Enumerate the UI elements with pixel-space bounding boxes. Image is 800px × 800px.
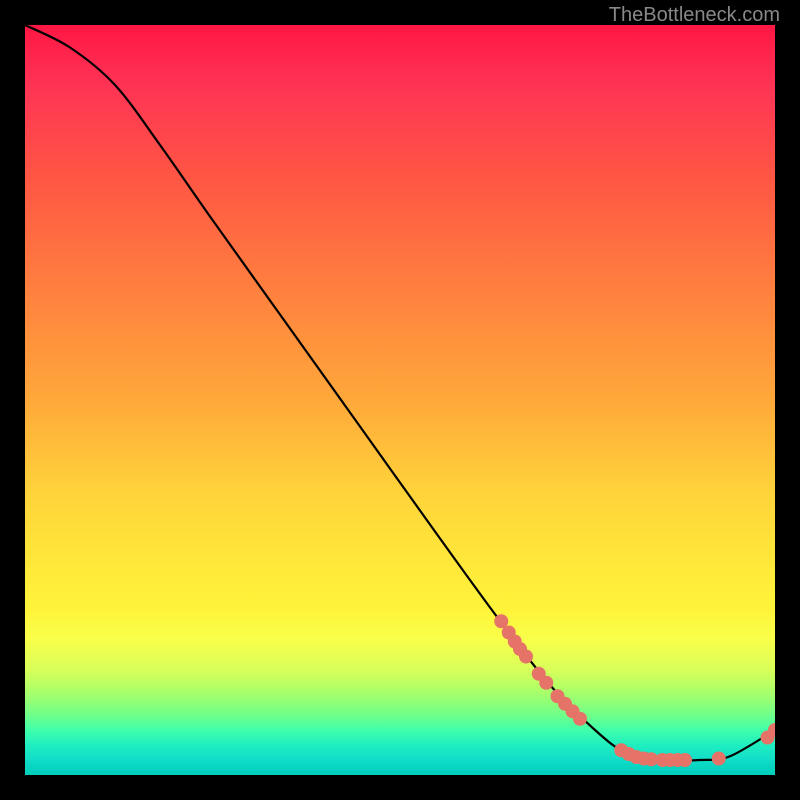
- data-markers-group: [494, 614, 775, 767]
- data-marker: [573, 712, 587, 726]
- data-marker: [539, 676, 553, 690]
- data-marker: [519, 650, 533, 664]
- data-marker: [678, 753, 692, 767]
- bottleneck-curve-line: [25, 25, 775, 761]
- data-marker: [712, 752, 726, 766]
- chart-plot-area: [25, 25, 775, 775]
- watermark-text: TheBottleneck.com: [609, 4, 780, 27]
- chart-svg: [25, 25, 775, 775]
